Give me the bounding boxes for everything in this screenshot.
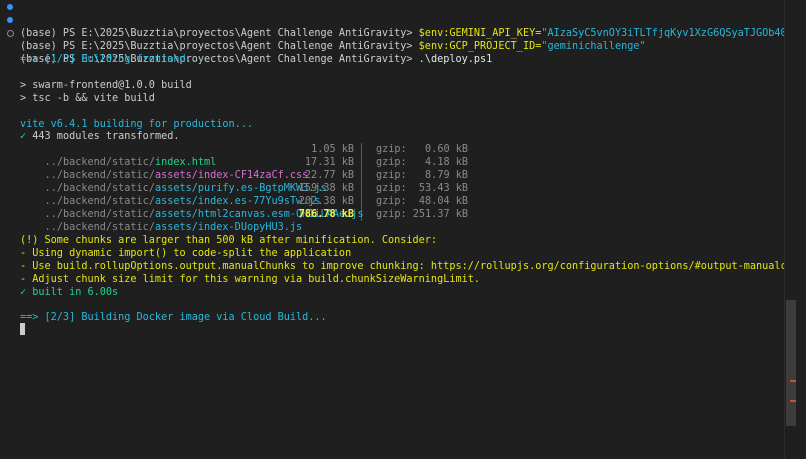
output-file-row: ../backend/static/assets/index.es-77Yu9s…	[20, 182, 780, 207]
modules-line: ✓ 443 modules transformed.	[20, 130, 179, 143]
file-dir: ../backend/static/	[44, 222, 155, 233]
command-running-dot-icon[interactable]	[7, 30, 14, 37]
file-name: assets/index-DUopyHU3.js	[154, 222, 303, 233]
command-success-dot-icon[interactable]	[7, 4, 13, 10]
file-size: 202.38 kB	[298, 196, 354, 207]
prompt-line: (base) PS E:\2025\Buzztia\proyectos\Agen…	[0, 27, 784, 65]
file-size: 1.05 kB	[311, 144, 354, 155]
scrollbar-marker	[790, 380, 796, 382]
step-header: ==> [1/3] Building frontend...	[20, 54, 205, 65]
command-success-dot-icon[interactable]	[7, 17, 13, 23]
command-arg: "geminichallenge"	[541, 41, 646, 52]
terminal-cursor[interactable]	[20, 323, 25, 335]
warning-line: (!) Some chunks are larger than 500 kB a…	[20, 235, 438, 246]
file-gzip: gzip: 251.37 kB	[375, 209, 468, 220]
prompt-line: (base) PS E:\2025\Buzztia\proyectos\Agen…	[0, 14, 784, 52]
command-text: $env:GCP_PROJECT_ID=	[418, 41, 542, 52]
file-gzip: gzip: 0.60 kB	[375, 144, 468, 155]
warning-line: - Using dynamic import() to code-split t…	[20, 248, 352, 259]
output-file-row: ../backend/static/assets/html2canvas.esm…	[20, 195, 780, 220]
terminal-panel[interactable]: (base) PS E:\2025\Buzztia\proyectos\Agen…	[0, 0, 806, 459]
npm-script-line: > swarm-frontend@1.0.0 build	[20, 80, 192, 91]
file-gzip: gzip: 8.79 kB	[375, 170, 468, 181]
output-file-row: ../backend/static/assets/index-DUopyHU3.…	[20, 208, 780, 233]
command-text: .\deploy.ps1	[418, 54, 493, 65]
prompt-line: (base) PS E:\2025\Buzztia\proyectos\Agen…	[0, 1, 793, 39]
built-text: built in 6.00s	[26, 287, 119, 298]
scrollbar-marker	[790, 400, 796, 402]
warning-line: - Adjust chunk size limit for this warni…	[20, 274, 481, 285]
file-gzip: gzip: 48.04 kB	[375, 196, 468, 207]
output-file-row: ../backend/static/index.html 1.05 kB gzi…	[20, 143, 780, 168]
file-size: 22.77 kB	[304, 170, 354, 181]
file-gzip: gzip: 4.18 kB	[375, 157, 468, 168]
modules-text: 443 modules transformed.	[26, 131, 180, 142]
prompt-text: (base) PS E:\2025\Buzztia\proyectos\Agen…	[20, 41, 419, 52]
file-size: 17.31 kB	[304, 157, 354, 168]
output-file-row: ../backend/static/assets/index-CF14zaCf.…	[20, 156, 780, 181]
output-file-row: ../backend/static/assets/purify.es-BgtpM…	[20, 169, 780, 194]
file-size: 159.38 kB	[298, 183, 354, 194]
step-header: ==> [2/3] Building Docker image via Clou…	[20, 312, 327, 323]
scrollbar-thumb[interactable]	[786, 300, 796, 426]
built-line: ✓ built in 6.00s	[20, 286, 118, 299]
warning-line: - Use build.rollupOptions.output.manualC…	[20, 261, 806, 272]
npm-script-line: > tsc -b && vite build	[20, 93, 155, 104]
file-size-warning: 786.78 kB	[298, 209, 354, 220]
file-gzip: gzip: 53.43 kB	[375, 183, 468, 194]
